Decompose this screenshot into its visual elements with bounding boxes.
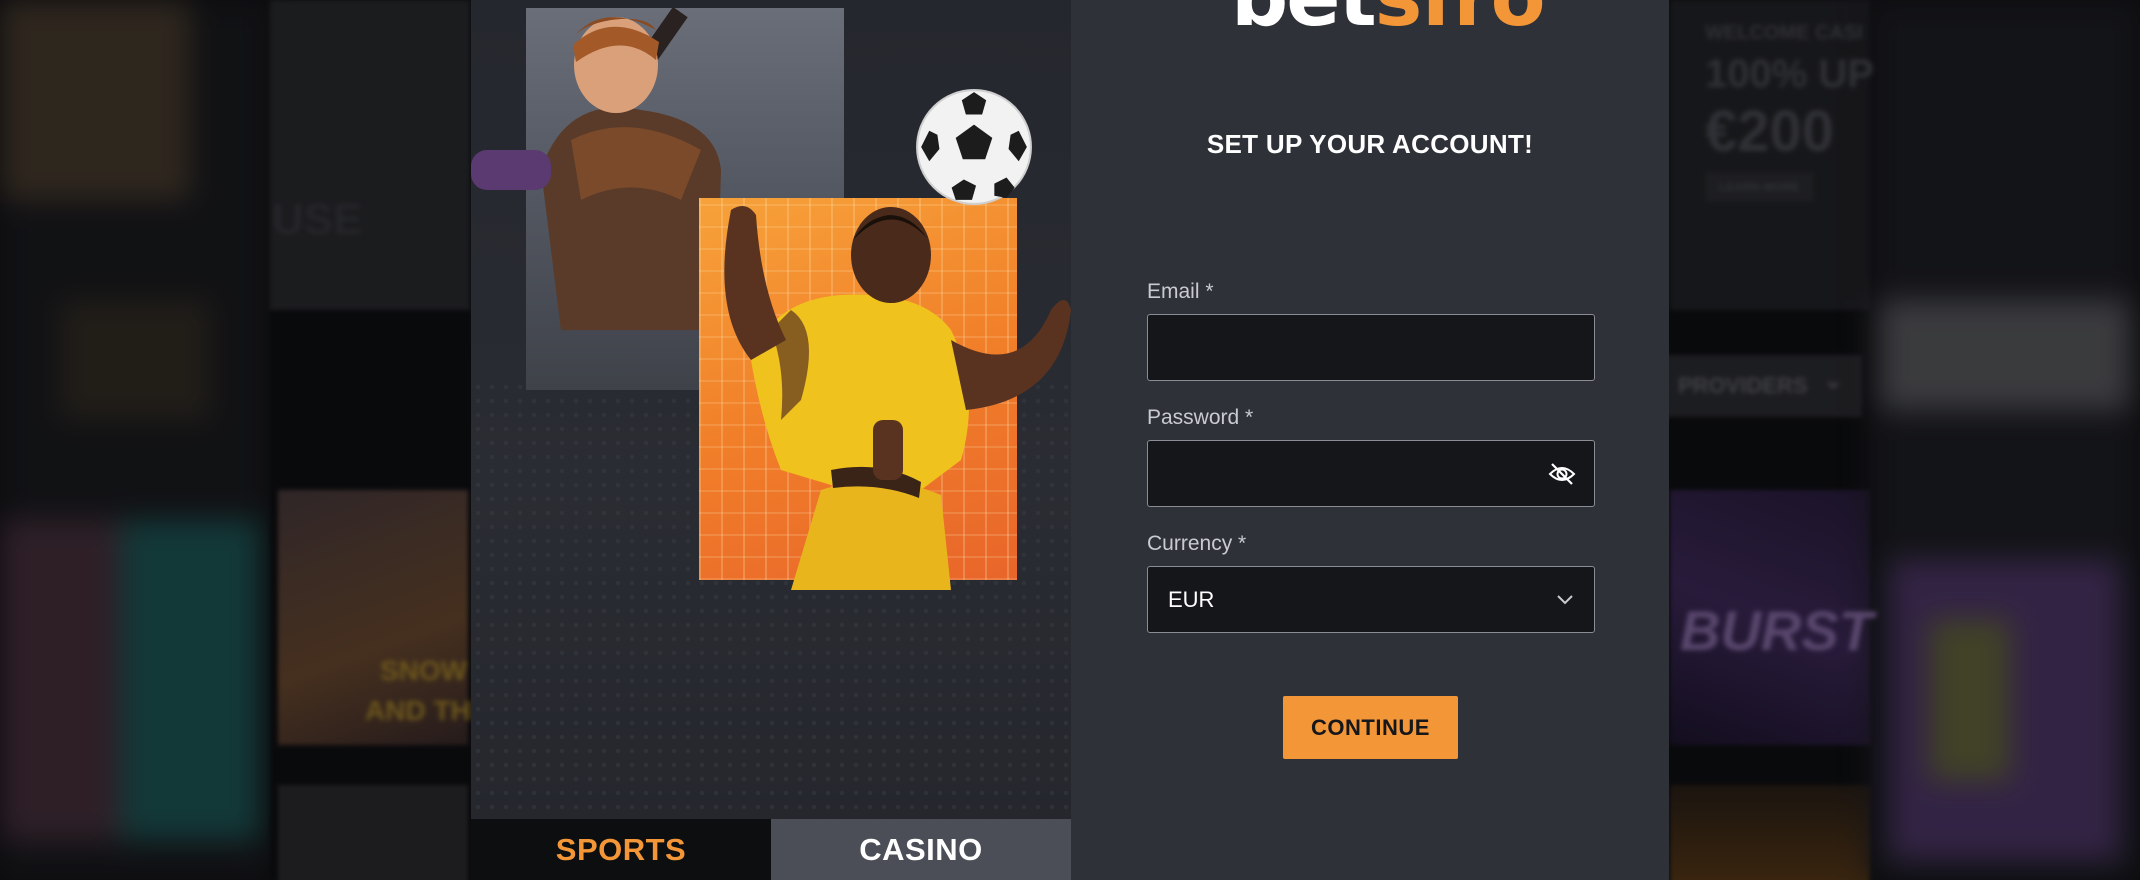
signup-form-panel: betsfro SET UP YOUR ACCOUNT! Email * Pas… — [1071, 0, 1669, 880]
screen: WELCOME CASI 100% UP €200 LEARN MORE PRO… — [0, 0, 2140, 880]
tab-casino[interactable]: CASINO — [771, 819, 1071, 880]
tab-sports[interactable]: SPORTS — [471, 819, 771, 880]
soccer-ball-icon — [916, 89, 1032, 205]
currency-selected-value: EUR — [1168, 586, 1215, 612]
form-title: SET UP YOUR ACCOUNT! — [1206, 129, 1534, 159]
chevron-down-icon — [1557, 594, 1573, 604]
football-player-illustration — [724, 206, 1071, 590]
email-label: Email * — [1147, 280, 1214, 303]
continue-button[interactable]: CONTINUE — [1283, 696, 1458, 759]
brand-logo: betsfro — [1231, 0, 1546, 38]
password-label: Password * — [1147, 406, 1254, 429]
registration-modal: SPORTS CASINO betsfro SET UP YOUR ACCOUN… — [471, 0, 1669, 880]
logo-text-orange: sfro — [1375, 0, 1546, 44]
promo-panel: SPORTS CASINO — [471, 0, 1071, 880]
product-tabs: SPORTS CASINO — [471, 819, 1071, 880]
eye-slash-icon[interactable] — [1548, 462, 1576, 486]
password-field[interactable] — [1148, 441, 1594, 506]
email-field[interactable] — [1148, 315, 1594, 380]
currency-label: Currency * — [1147, 532, 1247, 555]
logo-text-white: bet — [1231, 0, 1377, 44]
email-field-box — [1147, 314, 1595, 381]
currency-select[interactable]: EUR — [1147, 566, 1595, 633]
password-field-box — [1147, 440, 1595, 507]
